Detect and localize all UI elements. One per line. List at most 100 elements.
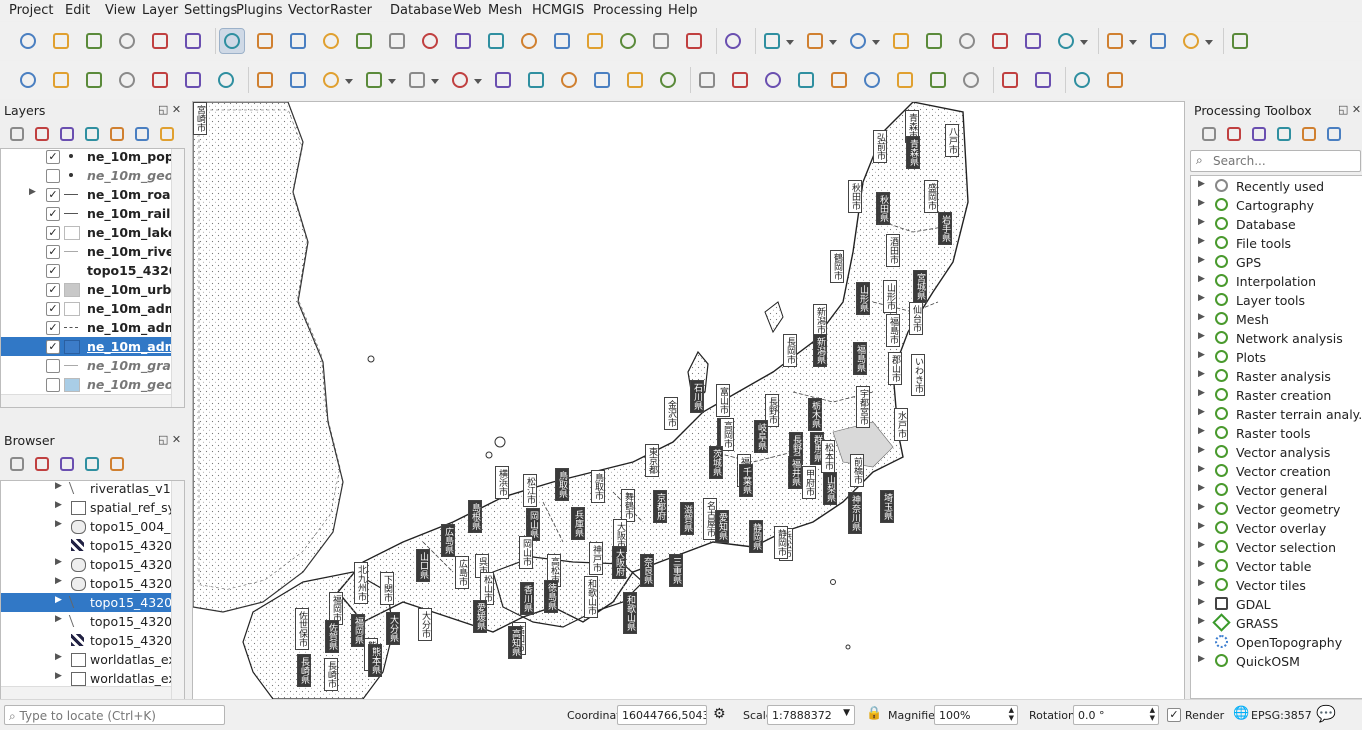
- toolbox-provider[interactable]: ▶ Cartography: [1191, 196, 1362, 215]
- collapse-all-icon[interactable]: [85, 457, 99, 471]
- expand-arrow-icon[interactable]: ▶: [1198, 426, 1205, 436]
- layer-row[interactable]: ne_10m_urban_areas: [1, 280, 184, 299]
- open-project-icon[interactable]: [49, 29, 73, 53]
- menu-database[interactable]: Database: [390, 3, 452, 18]
- browser-item[interactable]: ▶topo15_4320_1...: [1, 555, 184, 574]
- identify-icon[interactable]: [922, 29, 946, 53]
- locator-field[interactable]: ⌕ Type to locate (Ctrl+K): [4, 705, 225, 725]
- attribute-table-stats-icon[interactable]: [955, 29, 979, 53]
- rotation-spinbox[interactable]: 0.0 ° ▲ ▼: [1073, 705, 1159, 725]
- toolbox-provider[interactable]: ▶ Mesh: [1191, 310, 1362, 329]
- quickmapservices-icon[interactable]: [959, 68, 983, 92]
- menu-hcmgis[interactable]: HCMGIS: [532, 3, 584, 18]
- chevron-down-icon[interactable]: [872, 40, 880, 45]
- redo-icon[interactable]: [656, 68, 680, 92]
- expand-arrow-icon[interactable]: ▶: [55, 500, 62, 510]
- menu-settings[interactable]: Settings: [184, 3, 237, 18]
- models-icon[interactable]: [1202, 127, 1216, 141]
- expand-arrow-icon[interactable]: ▶: [55, 576, 62, 586]
- expand-all-icon[interactable]: [135, 127, 149, 141]
- add-selected-layers-icon[interactable]: [10, 457, 24, 471]
- help-contents-icon[interactable]: [1228, 29, 1252, 53]
- scale-combobox[interactable]: 1:7888372 ▼: [767, 705, 855, 725]
- map-tips-icon[interactable]: [1146, 29, 1170, 53]
- layer-row[interactable]: ne_10m_admin_0_countries: [1, 337, 184, 356]
- toolbox-provider[interactable]: ▶ Raster tools: [1191, 424, 1362, 443]
- cut-features-icon[interactable]: [524, 68, 548, 92]
- move-label-icon[interactable]: [860, 68, 884, 92]
- chevron-down-icon[interactable]: [1205, 40, 1213, 45]
- layer-row[interactable]: ne_10m_railroads: [1, 204, 184, 223]
- menu-web[interactable]: Web: [453, 3, 481, 18]
- identify-osm-icon[interactable]: [1070, 68, 1094, 92]
- browser-horizontal-scrollbar[interactable]: [1, 686, 171, 699]
- layer-row[interactable]: ne_10m_rivers_lake_centerlines: [1, 242, 184, 261]
- chevron-down-icon[interactable]: [474, 79, 482, 84]
- filter-legend-icon[interactable]: [85, 127, 99, 141]
- panel-float-close-buttons[interactable]: ◱ ✕: [1338, 103, 1361, 116]
- new-temp-scratch-icon[interactable]: [181, 68, 205, 92]
- rotate-label-icon[interactable]: [893, 68, 917, 92]
- expand-arrow-icon[interactable]: ▶: [1198, 274, 1205, 284]
- pin-labels-icon[interactable]: [761, 68, 785, 92]
- new-shapefile-icon[interactable]: [82, 68, 106, 92]
- coordinate-field[interactable]: 16044766,5043849: [617, 705, 707, 725]
- magnifier-spinbox[interactable]: 100% ▲ ▼: [934, 705, 1018, 725]
- render-checkbox[interactable]: [1167, 708, 1181, 722]
- pan-map-icon[interactable]: [219, 28, 245, 54]
- layer-row[interactable]: ne_10m_populated_places: [1, 149, 184, 166]
- results-viewer-icon[interactable]: [1277, 127, 1291, 141]
- browser-item[interactable]: topo15_4320_a...: [1, 631, 184, 650]
- toolbox-provider[interactable]: ▶ Raster analysis: [1191, 367, 1362, 386]
- toolbox-provider[interactable]: ▶ Vector creation: [1191, 462, 1362, 481]
- new-project-icon[interactable]: [16, 29, 40, 53]
- select-features-icon[interactable]: [760, 29, 784, 53]
- browser-item[interactable]: ▶ spatial_ref_sys...: [1, 498, 184, 517]
- browser-item[interactable]: ▶riveratlas_v10_...: [1, 481, 184, 498]
- menu-plugins[interactable]: Plugins: [236, 3, 283, 18]
- zoom-full-icon[interactable]: [352, 29, 376, 53]
- layer-visibility-checkbox[interactable]: [46, 264, 60, 278]
- toolbox-provider[interactable]: ▶ Vector table: [1191, 557, 1362, 576]
- map-canvas[interactable]: 青森市 青森県 八戸市 弘前市 秋田市 秋田県 盛岡市 岩手県 酒田市 鶴岡市 宮城県 山形県 山形市仙…: [192, 101, 1185, 700]
- toolbox-search-input[interactable]: [1211, 153, 1360, 169]
- menu-vector[interactable]: Vector: [288, 3, 329, 18]
- menu-view[interactable]: View: [105, 3, 136, 18]
- add-feature-icon[interactable]: [362, 68, 386, 92]
- zoom-last-icon[interactable]: [484, 29, 508, 53]
- toolbox-provider[interactable]: ▶ Vector tiles: [1191, 576, 1362, 595]
- zoom-in-icon[interactable]: [286, 29, 310, 53]
- paste-features-icon[interactable]: [590, 68, 614, 92]
- zoom-to-selection-icon[interactable]: [385, 29, 409, 53]
- expand-arrow-icon[interactable]: ▶: [1198, 198, 1205, 208]
- menu-raster[interactable]: Raster: [330, 3, 372, 18]
- panel-float-close-buttons[interactable]: ◱ ✕: [158, 103, 181, 116]
- manage-visibility-icon[interactable]: [60, 127, 74, 141]
- layer-visibility-checkbox[interactable]: [46, 378, 60, 392]
- expand-arrow-icon[interactable]: ▶: [55, 614, 62, 624]
- expand-arrow-icon[interactable]: ▶: [1198, 388, 1205, 398]
- enable-properties-icon[interactable]: [110, 457, 124, 471]
- menu-layer[interactable]: Layer: [142, 3, 178, 18]
- new-virtual-layer-icon[interactable]: [148, 68, 172, 92]
- refresh-icon[interactable]: [35, 457, 49, 471]
- temporal-controller-icon[interactable]: [682, 29, 706, 53]
- expand-arrow-icon[interactable]: ▶: [1198, 616, 1205, 626]
- expand-arrow-icon[interactable]: ▶: [1198, 502, 1205, 512]
- chevron-down-icon[interactable]: [431, 79, 439, 84]
- toolbox-provider[interactable]: ▶ Vector selection: [1191, 538, 1362, 557]
- layer-row[interactable]: ne_10m_admin_1_states_provinces: [1, 299, 184, 318]
- toolbox-provider[interactable]: ▶ Vector overlay: [1191, 519, 1362, 538]
- chevron-down-icon[interactable]: [345, 79, 353, 84]
- hcmgis-tool-icon[interactable]: [1031, 68, 1055, 92]
- layer-visibility-checkbox[interactable]: [46, 302, 60, 316]
- label-tool-icon[interactable]: [695, 68, 719, 92]
- layers-vertical-scrollbar[interactable]: [171, 149, 184, 407]
- pan-map-toggle-icon[interactable]: [988, 29, 1012, 53]
- measure-line-icon[interactable]: [1103, 29, 1127, 53]
- show-hide-labels-icon[interactable]: [827, 68, 851, 92]
- style-editor-icon[interactable]: [1103, 68, 1127, 92]
- toolbox-provider[interactable]: ▶ QuickOSM: [1191, 652, 1362, 671]
- vertex-tool-icon[interactable]: [405, 68, 429, 92]
- pan-to-selection-icon[interactable]: [253, 29, 277, 53]
